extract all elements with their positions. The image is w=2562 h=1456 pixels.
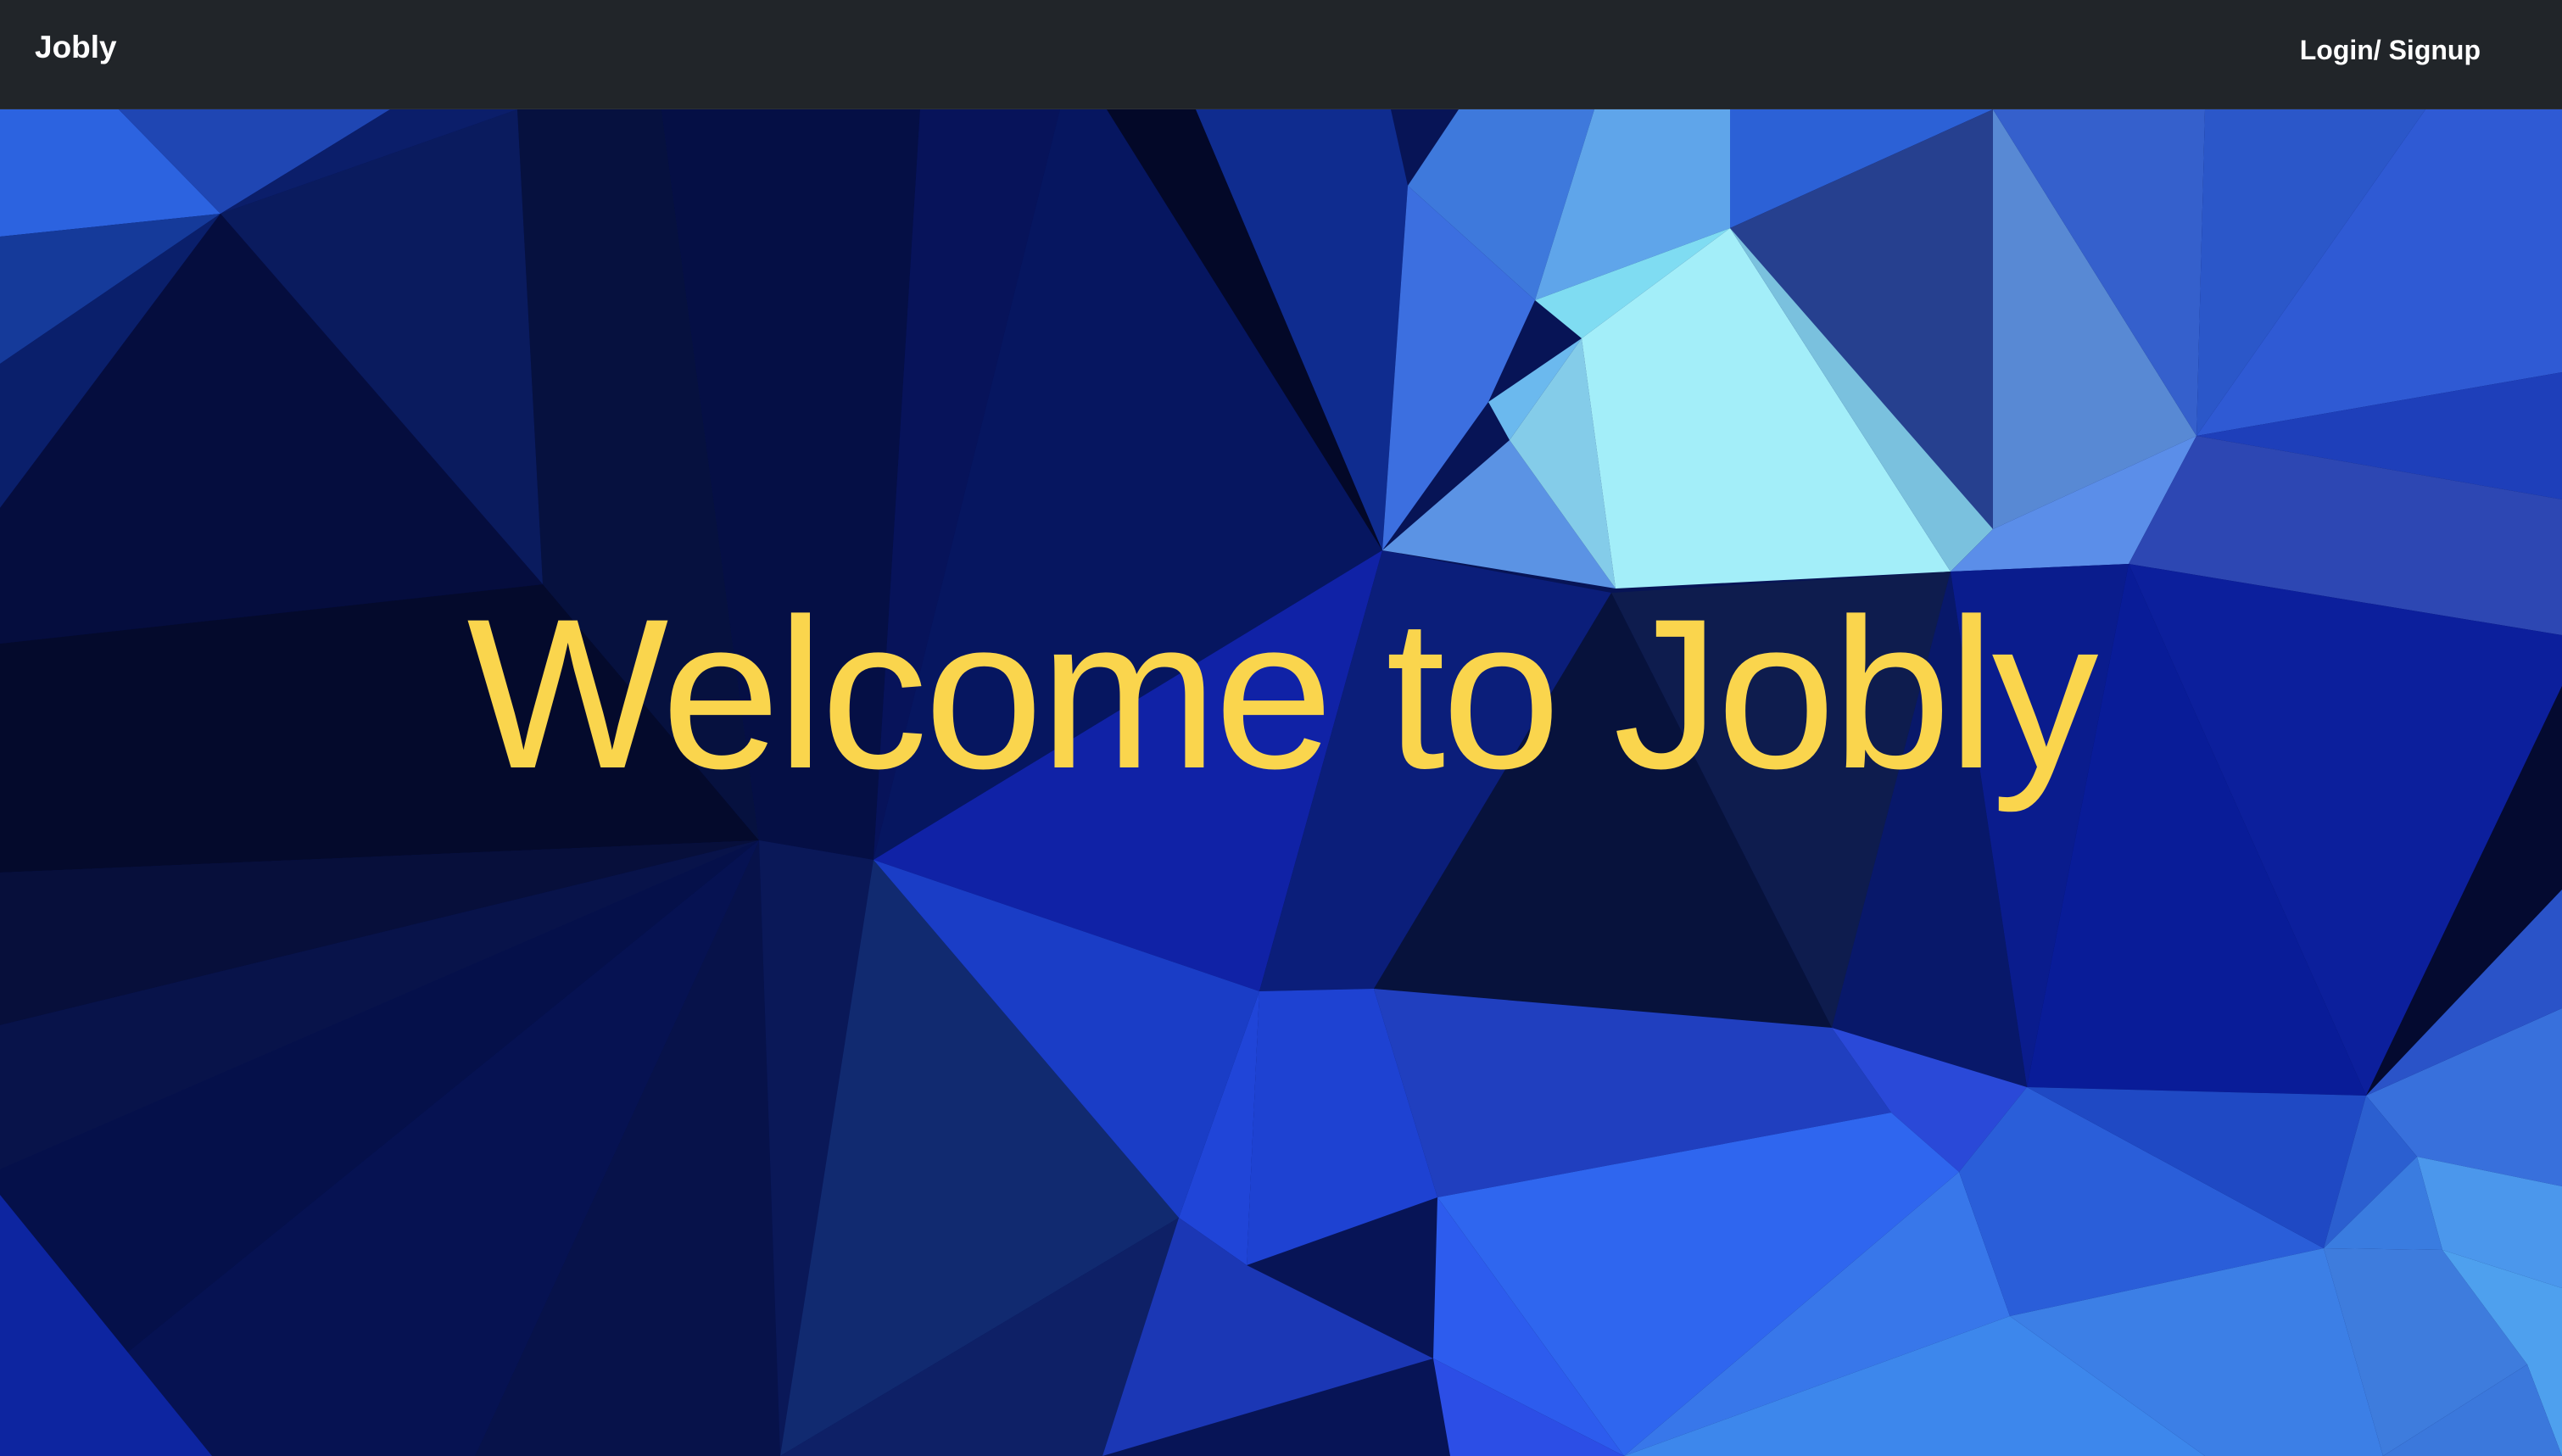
top-navbar: Jobly Login/ Signup [0, 0, 2562, 109]
login-signup-link[interactable]: Login/ Signup [2300, 29, 2481, 71]
hero-section: Welcome to Jobly [0, 109, 2562, 1456]
brand-logo-link[interactable]: Jobly [35, 26, 117, 69]
hero-title: Welcome to Jobly [466, 575, 2098, 813]
